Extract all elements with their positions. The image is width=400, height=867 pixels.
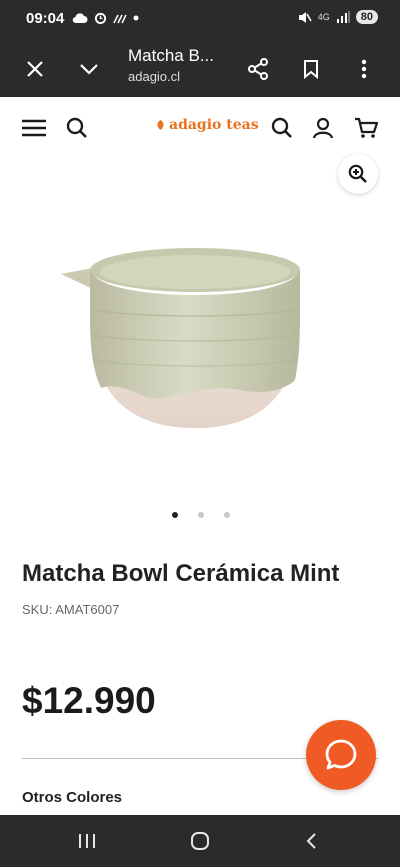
user-icon — [312, 117, 334, 139]
status-system-icons: 4G 80 — [298, 10, 378, 24]
product-price: $12.990 — [22, 680, 156, 721]
recent-apps-button[interactable] — [72, 827, 102, 855]
search-icon — [271, 117, 292, 138]
recent-apps-icon — [79, 834, 95, 848]
browser-title-box[interactable]: Matcha B... adagio.cl — [128, 46, 214, 84]
close-tab-button[interactable] — [15, 40, 55, 97]
bookmark-button[interactable] — [291, 40, 331, 97]
header-search-button[interactable] — [268, 114, 296, 142]
account-button[interactable] — [309, 114, 337, 142]
dot-icon — [133, 15, 139, 20]
zoom-image-button[interactable] — [338, 154, 378, 194]
cart-icon — [355, 117, 378, 138]
other-colors-heading: Otros Colores — [22, 789, 123, 806]
bookmark-icon — [304, 59, 318, 79]
cart-button[interactable] — [352, 114, 380, 142]
chevron-down-icon — [80, 63, 98, 75]
carousel-dot-3[interactable] — [224, 512, 230, 518]
share-button[interactable] — [238, 40, 278, 97]
carousel-dot-2[interactable] — [198, 512, 204, 518]
image-carousel-dots — [172, 512, 230, 518]
zoom-in-icon — [348, 164, 367, 183]
signal-strike-icon — [113, 14, 127, 23]
mute-icon — [298, 11, 312, 23]
search-button[interactable] — [63, 114, 91, 142]
share-icon — [248, 57, 268, 80]
back-chevron-icon — [306, 833, 316, 849]
network-type-label: 4G — [317, 12, 330, 22]
page-tab-title: Matcha B... — [128, 46, 214, 65]
chat-button[interactable] — [306, 720, 376, 790]
alarm-icon — [94, 12, 107, 24]
search-icon — [66, 117, 87, 138]
more-vert-icon — [361, 59, 367, 78]
home-icon — [191, 832, 209, 850]
product-sku: SKU: AMAT6007 — [22, 602, 120, 617]
status-bar: 09:04 4G 80 — [0, 0, 400, 40]
product-image[interactable] — [55, 240, 330, 435]
cloud-icon — [72, 12, 88, 23]
status-time: 09:04 — [26, 10, 65, 27]
leaf-logo-icon — [157, 120, 164, 130]
close-icon — [27, 60, 43, 77]
status-notification-icons — [72, 11, 139, 24]
page-domain: adagio.cl — [128, 69, 181, 84]
chat-bubble-icon — [325, 739, 357, 770]
home-button[interactable] — [185, 827, 215, 855]
site-header: adagio teas — [0, 97, 400, 159]
product-title: Matcha Bowl Cerámica Mint — [22, 560, 340, 587]
signal-icon — [336, 11, 350, 23]
carousel-dot-1[interactable] — [172, 512, 178, 518]
hamburger-menu-icon — [22, 119, 46, 137]
browser-toolbar: Matcha B... adagio.cl — [0, 40, 400, 97]
menu-button[interactable] — [20, 114, 48, 142]
back-button[interactable] — [296, 827, 326, 855]
battery-indicator: 80 — [355, 10, 378, 24]
site-logo[interactable]: adagio teas — [155, 117, 259, 133]
system-nav-bar — [0, 815, 400, 867]
logo-text: adagio teas — [169, 117, 259, 133]
collapse-button[interactable] — [69, 40, 109, 97]
more-options-button[interactable] — [344, 40, 384, 97]
